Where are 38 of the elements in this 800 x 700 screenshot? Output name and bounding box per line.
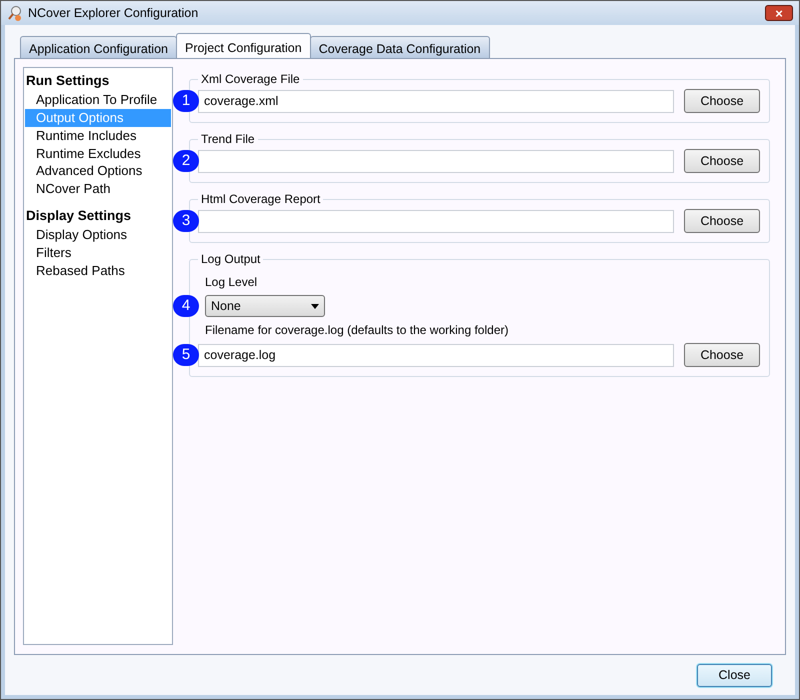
input-field[interactable]: coverage.log — [198, 344, 674, 366]
group-title: Log Output — [200, 253, 262, 265]
choose-button[interactable]: Choose — [684, 149, 760, 173]
field-label: Filename for coverage.log (defaults to the working folder) — [204, 322, 510, 339]
number-badge: 4 — [173, 295, 199, 317]
section-heading: Display Settings — [25, 207, 132, 226]
number-badge: 3 — [173, 210, 199, 232]
close-icon[interactable]: × — [765, 5, 793, 21]
tab[interactable]: Application Configuration — [20, 36, 177, 58]
caret-icon — [311, 304, 319, 308]
dropdown[interactable]: None — [205, 295, 325, 317]
number-badge: 1 — [173, 90, 199, 112]
input-field[interactable] — [198, 210, 674, 232]
choose-button[interactable]: Choose — [684, 209, 760, 233]
group-title: Html Coverage Report — [200, 193, 322, 205]
sidebar-item[interactable]: Rebased Paths — [25, 262, 171, 280]
sidebar-item[interactable]: Application To Profile — [25, 91, 171, 110]
input-field[interactable]: coverage.xml — [198, 90, 674, 112]
sidebar-item[interactable]: NCover Path — [25, 180, 171, 198]
input-field[interactable] — [198, 150, 674, 172]
tab[interactable]: Project Configuration — [176, 33, 311, 58]
sidebar-item[interactable]: Display Options — [25, 226, 171, 244]
choose-button[interactable]: Choose — [684, 343, 760, 367]
tab[interactable]: Coverage Data Configuration — [310, 36, 490, 58]
choose-button[interactable]: Choose — [684, 89, 760, 113]
section-heading: Run Settings — [25, 72, 110, 90]
sidebar-item[interactable]: Runtime Includes — [25, 126, 171, 145]
number-badge: 5 — [173, 344, 199, 366]
sidebar-item[interactable]: Runtime Excludes — [25, 144, 171, 162]
sidebar-item[interactable]: Advanced Options — [25, 162, 171, 180]
field-label: Log Level — [204, 274, 258, 291]
close-button[interactable]: Close — [697, 664, 772, 686]
app-icon — [7, 5, 23, 21]
number-badge: 2 — [173, 150, 199, 172]
group-title: Trend File — [200, 133, 256, 145]
sidebar-item[interactable]: Filters — [25, 244, 171, 262]
group-title: Xml Coverage File — [200, 73, 301, 85]
window-title: NCover Explorer Configuration — [28, 4, 200, 22]
